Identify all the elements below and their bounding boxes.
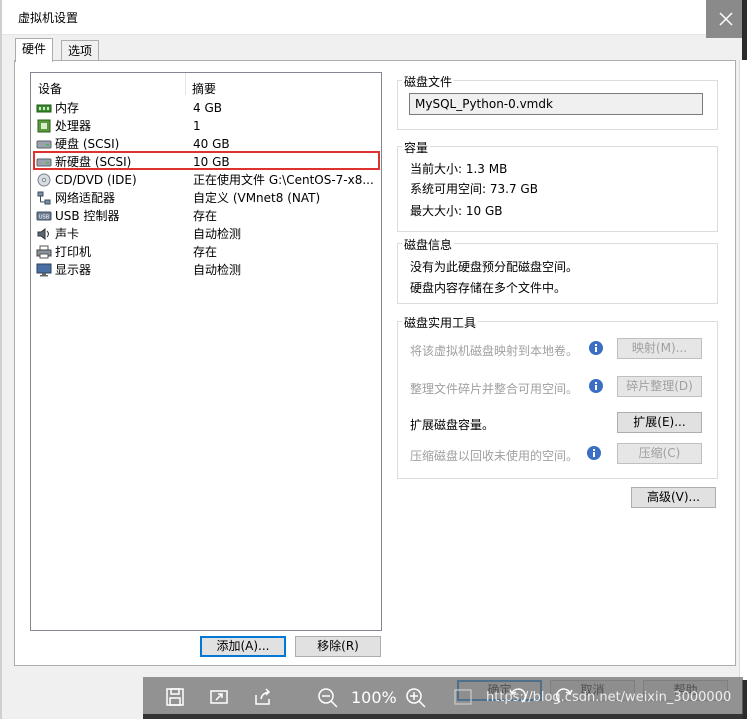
hard-disk-icon: [36, 140, 52, 149]
device-summary: 1: [193, 119, 201, 133]
defrag-description: 整理文件碎片并整合可用空间。: [410, 382, 579, 396]
zoom-level: 100%: [351, 688, 397, 707]
capacity-group-title: 容量: [402, 139, 431, 156]
watermark-text: https://blog.csdn.net/weixin_3000000: [486, 690, 732, 705]
disk-info-group-title: 磁盘信息: [402, 236, 455, 253]
cd-dvd-icon: [37, 173, 51, 187]
sound-icon: [37, 228, 49, 240]
svg-text:USB: USB: [39, 215, 50, 221]
disk-info-line-1: 没有为此硬盘预分配磁盘空间。: [410, 260, 579, 274]
device-row-sound-card[interactable]: 声卡 自动检测: [33, 225, 379, 243]
device-summary: 存在: [193, 245, 218, 259]
tab-hardware[interactable]: 硬件: [15, 38, 54, 62]
compact-description: 压缩磁盘以回收未使用的空间。: [410, 449, 579, 463]
device-row-usb-controller[interactable]: USB USB 控制器 存在: [33, 207, 379, 225]
display-icon: [36, 263, 52, 277]
printer-icon: [36, 245, 52, 259]
current-size-label: 当前大小: 1.3 MB: [410, 162, 508, 176]
column-header-summary[interactable]: 摘要: [192, 80, 216, 97]
expand-button[interactable]: 扩展(E)...: [617, 412, 702, 433]
share-icon[interactable]: [253, 687, 273, 707]
close-icon: [719, 12, 733, 26]
advanced-button[interactable]: 高级(V)...: [631, 487, 716, 508]
device-row-display[interactable]: 显示器 自动检测: [33, 261, 379, 279]
device-summary: 自动检测: [193, 227, 242, 241]
device-name: USB 控制器: [55, 209, 120, 223]
device-summary: 自动检测: [193, 263, 242, 277]
info-icon: [589, 341, 603, 355]
background-window-edge-light: [739, 60, 747, 680]
remove-device-button[interactable]: 移除(R): [295, 636, 381, 657]
fit-window-icon[interactable]: [209, 687, 229, 707]
background-window-strip: [143, 714, 743, 719]
device-name: 处理器: [55, 119, 92, 133]
add-device-button[interactable]: 添加(A)...: [200, 636, 286, 657]
device-summary: 自定义 (VMnet8 (NAT): [193, 191, 321, 205]
device-name: 内存: [55, 101, 80, 115]
device-row-network-adapter[interactable]: 网络适配器 自定义 (VMnet8 (NAT): [33, 189, 379, 207]
network-icon: [37, 191, 51, 205]
column-header-device[interactable]: 设备: [38, 80, 62, 97]
column-separator: [185, 73, 186, 95]
device-name: 显示器: [55, 263, 92, 277]
defrag-button[interactable]: 碎片整理(D): [617, 376, 702, 397]
max-size-label: 最大大小: 10 GB: [410, 204, 503, 218]
info-icon: [587, 446, 601, 460]
disk-file-field[interactable]: MySQL_Python-0.vmdk: [409, 93, 703, 115]
usb-icon: USB: [36, 211, 52, 221]
device-summary: 存在: [193, 209, 218, 223]
disk-file-group-title: 磁盘文件: [402, 73, 455, 90]
device-name: CD/DVD (IDE): [55, 173, 137, 187]
expand-description: 扩展磁盘容量。: [410, 418, 495, 432]
window-border: [0, 0, 2, 719]
device-name: 网络适配器: [55, 191, 116, 205]
disk-utilities-group-title: 磁盘实用工具: [402, 314, 479, 331]
zoom-in-icon[interactable]: [405, 687, 427, 709]
cpu-icon: [37, 119, 51, 133]
memory-icon: [36, 104, 52, 113]
map-description: 将该虚拟机磁盘映射到本地卷。: [410, 344, 579, 358]
highlight-annotation-box: [33, 151, 380, 170]
info-icon: [589, 379, 603, 393]
device-row-printer[interactable]: 打印机 存在: [33, 243, 379, 261]
device-row-cd-dvd[interactable]: CD/DVD (IDE) 正在使用文件 G:\CentOS-7-x8...: [33, 171, 379, 189]
device-row-processor[interactable]: 处理器 1: [33, 117, 379, 135]
actual-size-icon[interactable]: [453, 687, 473, 707]
device-name: 声卡: [55, 227, 80, 241]
map-button[interactable]: 映射(M)...: [617, 338, 702, 359]
disk-info-line-2: 硬盘内容存储在多个文件中。: [410, 281, 567, 295]
device-summary: 正在使用文件 G:\CentOS-7-x8...: [193, 173, 374, 187]
device-summary: 4 GB: [193, 101, 222, 115]
available-space-label: 系统可用空间: 73.7 GB: [410, 182, 538, 196]
close-button[interactable]: [706, 0, 747, 38]
compact-button[interactable]: 压缩(C): [617, 443, 702, 464]
window-title: 虚拟机设置: [18, 11, 79, 25]
device-row-memory[interactable]: 内存 4 GB: [33, 99, 379, 117]
zoom-out-icon[interactable]: [317, 687, 339, 709]
device-name: 打印机: [55, 245, 92, 259]
save-icon[interactable]: [165, 687, 185, 707]
title-bar: 虚拟机设置: [0, 0, 747, 38]
tab-options[interactable]: 选项: [61, 40, 100, 61]
